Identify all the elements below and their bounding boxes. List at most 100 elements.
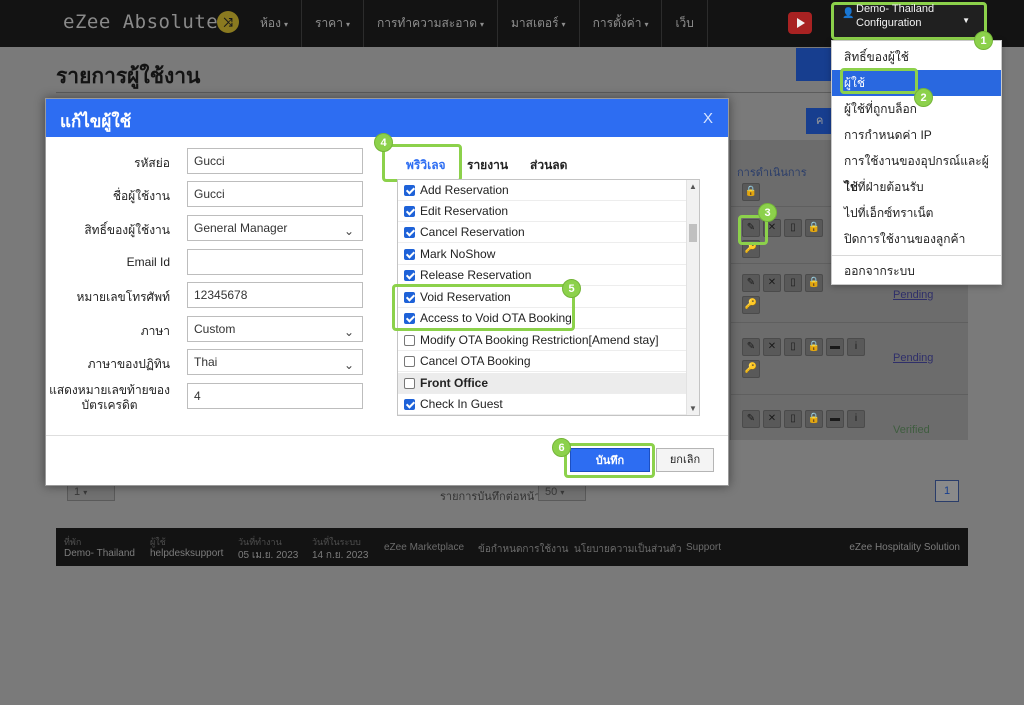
menu-item-front-desk[interactable]: ไปที่ฝ่ายต้อนรับ [832, 174, 1001, 200]
row-actions: ✎ ✕ ▯ 🔒 ▬ i [742, 410, 865, 428]
info-icon[interactable]: i [847, 410, 865, 428]
edit-icon[interactable]: ✎ [742, 338, 760, 356]
close-button[interactable]: X [703, 110, 713, 127]
menu-item-extranet[interactable]: ไปที่เอ็กซ์ทราเน็ต [832, 200, 1001, 226]
list-item[interactable]: Add Reservation [398, 180, 686, 201]
list-item[interactable]: Edit Reservation [398, 201, 686, 222]
chevron-down-icon: ▾ [480, 20, 485, 29]
menu-item-logout[interactable]: ออกจากระบบ [832, 258, 1001, 284]
list-group-header[interactable]: Front Office [398, 373, 686, 394]
comment-icon[interactable]: ▬ [826, 410, 844, 428]
key-icon[interactable]: 🔑 [742, 296, 760, 314]
status-badge[interactable]: Pending [893, 289, 933, 301]
nav-settings[interactable]: การตั้งค่า ▾ [580, 0, 663, 47]
phone-label: หมายเลขโทรศัพท์ [76, 290, 171, 304]
delete-icon[interactable]: ✕ [763, 274, 781, 292]
card-digits-input[interactable]: 4 [187, 383, 363, 409]
lock-icon[interactable]: 🔒 [805, 338, 823, 356]
username-input[interactable]: Gucci [187, 181, 363, 207]
email-input[interactable] [187, 249, 363, 275]
status-badge[interactable]: Pending [893, 352, 933, 364]
nav-room[interactable]: ห้อง ▾ [247, 0, 302, 47]
delete-icon[interactable]: ✕ [763, 338, 781, 356]
lock-icon[interactable]: 🔒 [805, 410, 823, 428]
pagination-current[interactable]: 1 [935, 480, 959, 502]
tab-reports[interactable]: รายงาน [467, 156, 508, 175]
chevron-down-icon: ⌄ [343, 224, 354, 238]
caret-down-icon: ▼ [962, 16, 970, 25]
dialog-footer-divider [46, 435, 728, 436]
step-marker-3: 3 [758, 203, 777, 222]
nav-masters[interactable]: มาสเตอร์ ▾ [498, 0, 580, 47]
footer-link-terms[interactable]: ข้อกำหนดการใช้งาน [478, 542, 568, 557]
checkbox[interactable] [404, 356, 415, 367]
list-item[interactable]: Check In Guest [398, 394, 686, 415]
list-scrollbar[interactable]: ▲ ▼ [686, 180, 699, 415]
tab-discounts[interactable]: ส่วนลด [530, 156, 567, 175]
menu-item-device-usage[interactable]: การใช้งานของอุปกรณ์และผู้ใช้ [832, 148, 1001, 194]
device-icon[interactable]: ▯ [784, 219, 802, 237]
short-code-input[interactable]: Gucci [187, 148, 363, 174]
footer-link-marketplace[interactable]: eZee Marketplace [384, 542, 464, 553]
footer-link-privacy[interactable]: นโยบายความเป็นส่วนตัว [574, 542, 682, 557]
calendar-language-select[interactable]: Thai ⌄ [187, 349, 363, 375]
comment-icon[interactable]: ▬ [826, 338, 844, 356]
list-item[interactable]: Cancel Reservation [398, 222, 686, 243]
step-marker-2: 2 [914, 88, 933, 107]
checkbox[interactable] [404, 378, 415, 389]
actions-column-header: การดำเนินการ [737, 167, 807, 179]
scroll-up-icon[interactable]: ▲ [689, 182, 697, 191]
device-icon[interactable]: ▯ [784, 410, 802, 428]
checkbox[interactable] [404, 399, 415, 410]
step-marker-6: 6 [552, 438, 571, 457]
lock-icon[interactable]: 🔒 [805, 274, 823, 292]
menu-item-disable-customer[interactable]: ปิดการใช้งานของลูกค้า [832, 226, 1001, 252]
checkbox[interactable] [404, 335, 415, 346]
dialog-header: แก้ไขผู้ใช้ X [46, 99, 728, 137]
cancel-button[interactable]: ยกเลิก [656, 448, 714, 472]
step-marker-1: 1 [974, 31, 993, 50]
step-marker-5: 5 [562, 279, 581, 298]
checkbox[interactable] [404, 249, 415, 260]
device-icon[interactable]: ▯ [784, 274, 802, 292]
status-badge: Verified [893, 424, 930, 436]
nav-housekeeping[interactable]: การทำความสะอาด ▾ [364, 0, 499, 47]
lock-icon[interactable]: 🔒 [742, 183, 760, 201]
menu-item-ip-config[interactable]: การกำหนดค่า IP [832, 122, 1001, 148]
checkbox[interactable] [404, 270, 415, 281]
edit-icon[interactable]: ✎ [742, 410, 760, 428]
checkbox[interactable] [404, 185, 415, 196]
phone-input[interactable]: 12345678 [187, 282, 363, 308]
user-rights-select[interactable]: General Manager ⌄ [187, 215, 363, 241]
app-brand[interactable]: eZee Absolute [63, 11, 218, 33]
nav-web[interactable]: เว็บ [662, 0, 708, 47]
scroll-thumb[interactable] [689, 224, 697, 242]
highlight-void-items [392, 284, 575, 331]
checkbox[interactable] [404, 227, 415, 238]
chevron-down-icon: ⌄ [343, 358, 354, 372]
short-code-label: รหัสย่อ [134, 156, 170, 170]
footer-link-support[interactable]: Support [686, 542, 721, 553]
edit-icon[interactable]: ✎ [742, 274, 760, 292]
chevron-down-icon: ▾ [560, 488, 565, 497]
nav-rates[interactable]: ราคา ▾ [302, 0, 364, 47]
add-user-button[interactable] [796, 48, 836, 81]
checkbox[interactable] [404, 206, 415, 217]
list-item[interactable]: Cancel OTA Booking [398, 351, 686, 372]
username-label: ชื่อผู้ใช้งาน [112, 189, 170, 203]
list-item[interactable]: Modify OTA Booking Restriction[Amend sta… [398, 330, 686, 351]
info-icon[interactable]: i [847, 338, 865, 356]
user-menu-button[interactable]: 👤 Demo- Thailand Configuration ▼ [831, 2, 987, 40]
lock-icon[interactable]: 🔒 [805, 219, 823, 237]
scroll-down-icon[interactable]: ▼ [689, 404, 697, 413]
key-icon[interactable]: 🔑 [742, 360, 760, 378]
list-item[interactable]: Mark NoShow [398, 244, 686, 265]
shuffle-icon[interactable]: ⤨ [217, 11, 239, 33]
chevron-down-icon: ▾ [644, 20, 649, 29]
youtube-icon[interactable] [788, 12, 812, 34]
delete-icon[interactable]: ✕ [763, 410, 781, 428]
language-select[interactable]: Custom ⌄ [187, 316, 363, 342]
list-item[interactable]: Release Reservation [398, 265, 686, 286]
device-icon[interactable]: ▯ [784, 338, 802, 356]
menu-item-user-rights[interactable]: สิทธิ์ของผู้ใช้ [832, 44, 1001, 70]
